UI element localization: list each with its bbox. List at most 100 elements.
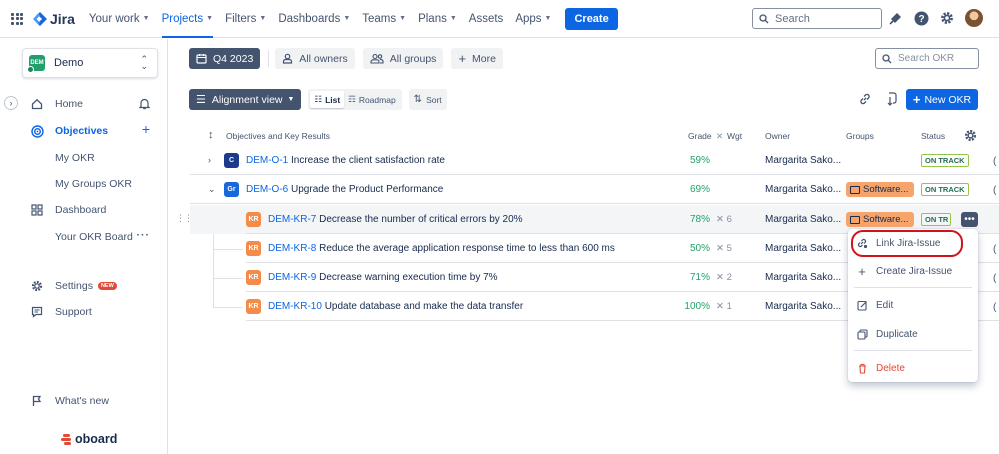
settings-icon[interactable] — [940, 11, 954, 25]
nav-filters[interactable]: Filters ▼ — [225, 0, 266, 38]
expand-toggle-icon[interactable]: › — [208, 155, 211, 165]
sidebar-item-home[interactable]: Home — [30, 94, 158, 114]
nav-dashboards[interactable]: Dashboards ▼ — [278, 0, 350, 38]
period-selector[interactable]: Q4 2023 — [189, 48, 261, 69]
okr-grade: 78% — [689, 214, 710, 225]
sidebar-item-support[interactable]: Support — [30, 302, 158, 322]
okr-title[interactable]: DEM-KR-8 Reduce the average application … — [268, 243, 615, 254]
table-row[interactable]: › C DEM-O-1 Increase the client satisfacti… — [190, 146, 999, 175]
dashboard-icon — [30, 204, 44, 216]
sort-button[interactable]: ⇅ Sort — [408, 89, 447, 110]
chevron-down-icon: ▼ — [142, 15, 150, 22]
sidebar-item-my-groups-okr[interactable]: My Groups OKR — [55, 174, 158, 194]
list-view-option[interactable]: ☷ List — [310, 91, 345, 108]
status-badge[interactable]: ON TRACK — [921, 154, 969, 167]
weight-x-icon: ✕ — [716, 301, 724, 312]
okr-key[interactable]: DEM-KR-7 — [268, 214, 316, 225]
okr-title[interactable]: DEM-KR-7 Decrease the number of critical… — [268, 214, 523, 225]
column-header-weight[interactable]: Wgt — [727, 131, 742, 141]
plus-icon: + — [458, 50, 467, 66]
okr-owner[interactable]: Margarita Sako... — [765, 272, 841, 283]
column-header-owner[interactable]: Owner — [765, 131, 790, 141]
roadmap-view-option[interactable]: ☶ Roadmap — [344, 91, 399, 108]
menu-item-duplicate[interactable]: Duplicate — [856, 324, 918, 344]
profile-avatar[interactable] — [965, 9, 983, 27]
okr-key[interactable]: DEM-KR-10 — [268, 301, 322, 312]
okr-title[interactable]: DEM-KR-10 Update database and make the d… — [268, 301, 523, 312]
sidebar-item-dashboard[interactable]: Dashboard — [30, 200, 158, 220]
okr-name: Update database and make the data transf… — [324, 301, 524, 312]
okr-grade: 71% — [689, 272, 710, 283]
okr-key[interactable]: DEM-O-1 — [246, 155, 288, 166]
okr-owner[interactable]: Margarita Sako... — [765, 243, 841, 254]
status-badge[interactable]: ON TRACK — [921, 183, 969, 196]
more-icon[interactable]: ··· — [137, 229, 151, 241]
nav-your-work[interactable]: Your work ▼ — [89, 0, 150, 38]
menu-divider — [854, 350, 972, 351]
new-okr-button[interactable]: + New OKR — [906, 89, 978, 110]
okr-owner[interactable]: Margarita Sako... — [765, 155, 841, 166]
expand-toggle-icon[interactable]: ⌄ — [208, 184, 216, 195]
table-row[interactable]: ⌄ Gr DEM-O-6 Upgrade the Product Performan… — [190, 175, 999, 204]
sidebar-collapse-button[interactable]: › — [4, 96, 18, 110]
nav-teams[interactable]: Teams ▼ — [362, 0, 406, 38]
link-icon[interactable] — [858, 92, 872, 106]
alignment-view-dropdown[interactable]: ☰ Alignment view ▼ — [189, 89, 302, 110]
okr-type-badge: KR — [246, 241, 261, 256]
expand-all-icon[interactable]: ↕ — [208, 129, 214, 141]
menu-icon: ☰ — [196, 94, 206, 106]
okr-key[interactable]: DEM-KR-9 — [268, 272, 316, 283]
sidebar-item-objectives[interactable]: Objectives + — [30, 121, 158, 141]
drag-handle-icon[interactable]: ⋮⋮ — [176, 213, 193, 224]
nav-assets[interactable]: Assets — [469, 0, 504, 38]
menu-item-create-jira-issue[interactable]: + Create Jira-Issue — [856, 261, 952, 281]
group-chip[interactable]: Software... — [846, 182, 914, 197]
sidebar-item-my-okr[interactable]: My OKR — [55, 148, 158, 168]
groups-filter[interactable]: All groups — [362, 48, 444, 69]
column-settings-icon[interactable] — [964, 129, 977, 142]
okr-key[interactable]: DEM-O-6 — [246, 184, 288, 195]
menu-item-delete[interactable]: Delete — [856, 358, 905, 378]
okr-search-input[interactable]: Search OKR — [875, 48, 979, 69]
notifications-icon[interactable] — [889, 11, 903, 25]
row-more-actions-button[interactable]: ••• — [961, 212, 978, 227]
okr-owner[interactable]: Margarita Sako... — [765, 214, 841, 225]
global-search-input[interactable]: Search — [752, 8, 882, 29]
nav-plans[interactable]: Plans ▼ — [418, 0, 457, 38]
okr-owner[interactable]: Margarita Sako... — [765, 301, 841, 312]
chevron-down-icon: ▼ — [287, 96, 295, 103]
help-icon[interactable]: ? — [914, 11, 929, 26]
people-icon — [370, 53, 384, 64]
truncated-indicator: ( — [993, 244, 997, 255]
sidebar-item-your-okr-board[interactable]: Your OKR Board ··· — [55, 227, 158, 247]
column-header-grade[interactable]: Grade — [688, 131, 712, 141]
calendar-icon — [196, 54, 207, 64]
export-icon[interactable] — [885, 92, 897, 106]
okr-title[interactable]: DEM-O-6 Upgrade the Product Performance — [246, 184, 443, 195]
more-filters-button[interactable]: + More — [451, 48, 503, 69]
column-header-title[interactable]: Objectives and Key Results — [226, 131, 330, 141]
okr-owner[interactable]: Margarita Sako... — [765, 184, 841, 195]
okr-title[interactable]: DEM-KR-9 Decrease warning execution time… — [268, 272, 498, 283]
nav-apps[interactable]: Apps ▼ — [515, 0, 551, 38]
okr-key[interactable]: DEM-KR-8 — [268, 243, 316, 254]
nav-projects[interactable]: Projects ▼ — [161, 0, 214, 38]
row-divider — [190, 203, 999, 204]
project-switcher[interactable]: DEM Demo ⌃ ⌄ — [22, 48, 158, 78]
status-badge[interactable]: ON TR — [921, 213, 951, 226]
bell-icon[interactable] — [138, 98, 151, 113]
weight-x-icon: ✕ — [716, 131, 724, 141]
column-header-groups[interactable]: Groups — [846, 131, 874, 141]
owners-filter[interactable]: All owners — [275, 48, 355, 69]
menu-item-edit[interactable]: Edit — [856, 295, 893, 315]
okr-title[interactable]: DEM-O-1 Increase the client satisfaction… — [246, 155, 445, 166]
column-header-status[interactable]: Status — [921, 131, 945, 141]
app-switcher-icon[interactable] — [11, 12, 23, 25]
group-chip[interactable]: Software... — [846, 212, 914, 227]
sidebar-item-settings[interactable]: Settings NEW — [30, 276, 158, 296]
create-button[interactable]: Create — [565, 7, 618, 30]
sidebar-item-whats-new[interactable]: What's new — [30, 391, 158, 411]
plus-icon[interactable]: + — [142, 121, 150, 137]
okr-weight: ✕ 5 — [716, 243, 732, 254]
jira-logo[interactable]: Jira — [33, 11, 75, 27]
